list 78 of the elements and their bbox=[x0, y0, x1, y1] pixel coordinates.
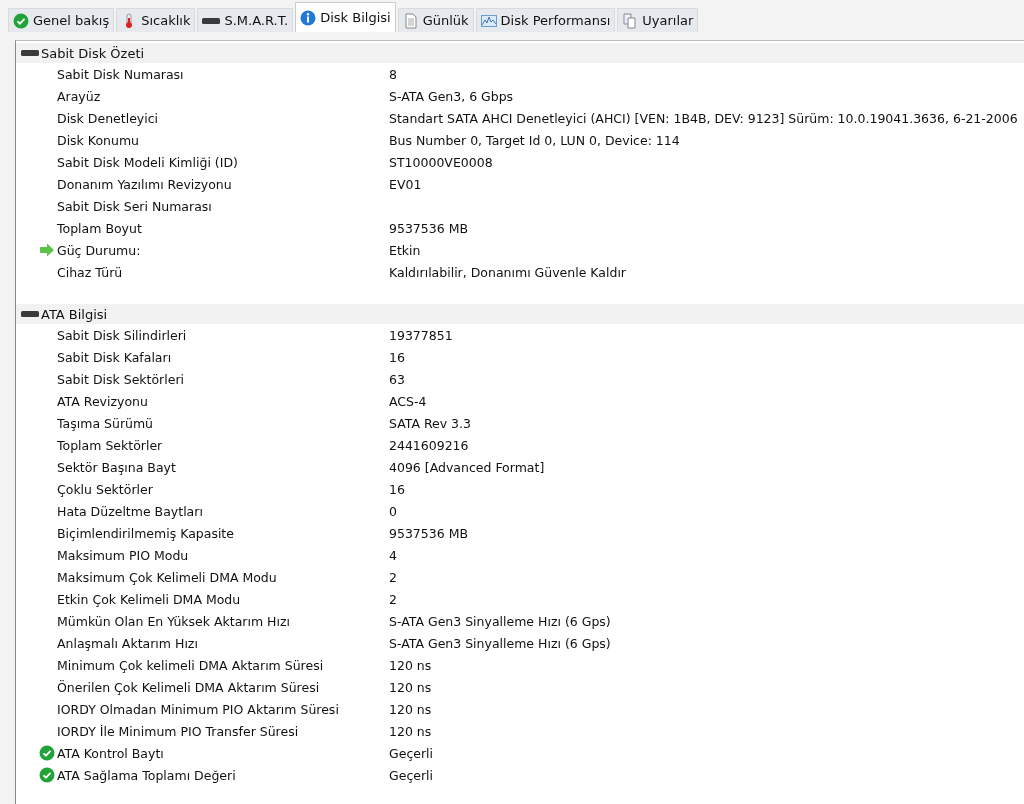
property-value: S-ATA Gen3 Sinyalleme Hızı (6 Gps) bbox=[389, 635, 611, 651]
property-value: 4 bbox=[389, 547, 397, 563]
property-value: EV01 bbox=[389, 176, 422, 192]
property-label: Minimum Çok kelimeli DMA Aktarım Süresi bbox=[57, 657, 324, 673]
property-value: Standart SATA AHCI Denetleyici (AHCI) [VEN: 1B4B, DEV: 9123] Sürüm: 10.0.19041.3636, 6-21-2006 bbox=[389, 110, 1018, 126]
property-label: ATA Sağlama Toplamı Değeri bbox=[57, 767, 236, 783]
section-title: ATA Bilgisi bbox=[41, 306, 108, 322]
property-label: ATA Revizyonu bbox=[57, 393, 148, 409]
check-icon bbox=[13, 12, 29, 29]
property-label: Sabit Disk Sektörleri bbox=[57, 371, 185, 387]
property-value: 8 bbox=[389, 66, 397, 82]
property-value: SATA Rev 3.3 bbox=[389, 415, 471, 431]
property-label: Maksimum PIO Modu bbox=[57, 547, 189, 563]
property-label: Disk Denetleyici bbox=[57, 110, 159, 126]
property-label: Sabit Disk Kafaları bbox=[57, 349, 172, 365]
property-value: Etkin bbox=[389, 242, 421, 258]
property-value: Bus Number 0, Target Id 0, LUN 0, Device: 114 bbox=[389, 132, 680, 148]
property-value: Kaldırılabilir, Donanımı Güvenle Kaldır bbox=[389, 264, 626, 280]
property-label: Cihaz Türü bbox=[57, 264, 123, 280]
property-label: Sabit Disk Silindirleri bbox=[57, 327, 187, 343]
property-value: Geçerli bbox=[389, 745, 434, 761]
tab[interactable]: Sıcaklık bbox=[116, 8, 196, 32]
property-value: 120 ns bbox=[389, 657, 432, 673]
property-label: Anlaşmalı Aktarım Hızı bbox=[57, 635, 198, 651]
property-value: 16 bbox=[389, 481, 405, 497]
property-label: Sabit Disk Modeli Kimliği (ID) bbox=[57, 154, 238, 170]
section-title: Sabit Disk Özeti bbox=[41, 45, 145, 61]
property-label: Sektör Başına Bayt bbox=[57, 459, 176, 475]
property-label: Sabit Disk Numarası bbox=[57, 66, 184, 82]
property-value: 63 bbox=[389, 371, 405, 387]
property-value: 2 bbox=[389, 569, 397, 585]
property-label: IORDY Olmadan Minimum PIO Aktarım Süresi bbox=[57, 701, 339, 717]
tab[interactable]: Genel bakış bbox=[8, 8, 115, 32]
property-value: 120 ns bbox=[389, 679, 432, 695]
chart-icon bbox=[480, 12, 497, 29]
property-label: Önerilen Çok Kelimeli DMA Aktarım Süresi bbox=[57, 679, 320, 695]
property-value: ACS-4 bbox=[389, 393, 427, 409]
property-value: 9537536 MB bbox=[389, 525, 468, 541]
property-value: 0 bbox=[389, 503, 397, 519]
property-label: Biçimlendirilmemiş Kapasite bbox=[57, 525, 234, 541]
property-value: Geçerli bbox=[389, 767, 434, 783]
property-label: Maksimum Çok Kelimeli DMA Modu bbox=[57, 569, 277, 585]
property-value: 120 ns bbox=[389, 701, 432, 717]
property-value: 120 ns bbox=[389, 723, 432, 739]
property-label: Çoklu Sektörler bbox=[57, 481, 153, 497]
info-icon bbox=[300, 9, 317, 26]
property-value: ST10000VE0008 bbox=[389, 154, 493, 170]
property-value: 9537536 MB bbox=[389, 220, 468, 236]
documents-icon bbox=[622, 12, 639, 29]
property-value: 19377851 bbox=[389, 327, 453, 343]
property-label: Mümkün Olan En Yüksek Aktarım Hızı bbox=[57, 613, 290, 629]
property-label: Etkin Çok Kelimeli DMA Modu bbox=[57, 591, 241, 607]
tab[interactable]: Uyarılar bbox=[617, 8, 699, 32]
property-label: Sabit Disk Seri Numarası bbox=[57, 198, 212, 214]
property-value: 4096 [Advanced Format] bbox=[389, 459, 545, 475]
property-value: 2441609216 bbox=[389, 437, 469, 453]
property-label: IORDY İle Minimum PIO Transfer Süresi bbox=[57, 723, 299, 739]
tab[interactable]: Günlük bbox=[397, 8, 474, 32]
property-value: 2 bbox=[389, 591, 397, 607]
property-label: ATA Kontrol Baytı bbox=[57, 745, 164, 761]
tab[interactable]: Disk Performansı bbox=[475, 8, 616, 32]
property-label: Disk Konumu bbox=[57, 132, 139, 148]
property-label: Arayüz bbox=[57, 88, 101, 104]
property-label: Toplam Boyut bbox=[57, 220, 142, 236]
property-label: Hata Düzeltme Baytları bbox=[57, 503, 203, 519]
property-label: Donanım Yazılımı Revizyonu bbox=[57, 176, 232, 192]
property-value: S-ATA Gen3, 6 Gbps bbox=[389, 88, 514, 104]
check-icon bbox=[39, 745, 55, 761]
tab[interactable]: Disk Bilgisi bbox=[295, 2, 396, 32]
property-value: 16 bbox=[389, 349, 405, 365]
property-label: Güç Durumu: bbox=[57, 242, 141, 258]
arrow-icon bbox=[39, 242, 55, 258]
property-label: Taşıma Sürümü bbox=[57, 415, 154, 431]
tab[interactable]: S.M.A.R.T. bbox=[197, 8, 294, 32]
property-label: Toplam Sektörler bbox=[57, 437, 163, 453]
check-icon bbox=[39, 767, 55, 783]
property-value: S-ATA Gen3 Sinyalleme Hızı (6 Gps) bbox=[389, 613, 611, 629]
document-icon bbox=[402, 12, 419, 29]
